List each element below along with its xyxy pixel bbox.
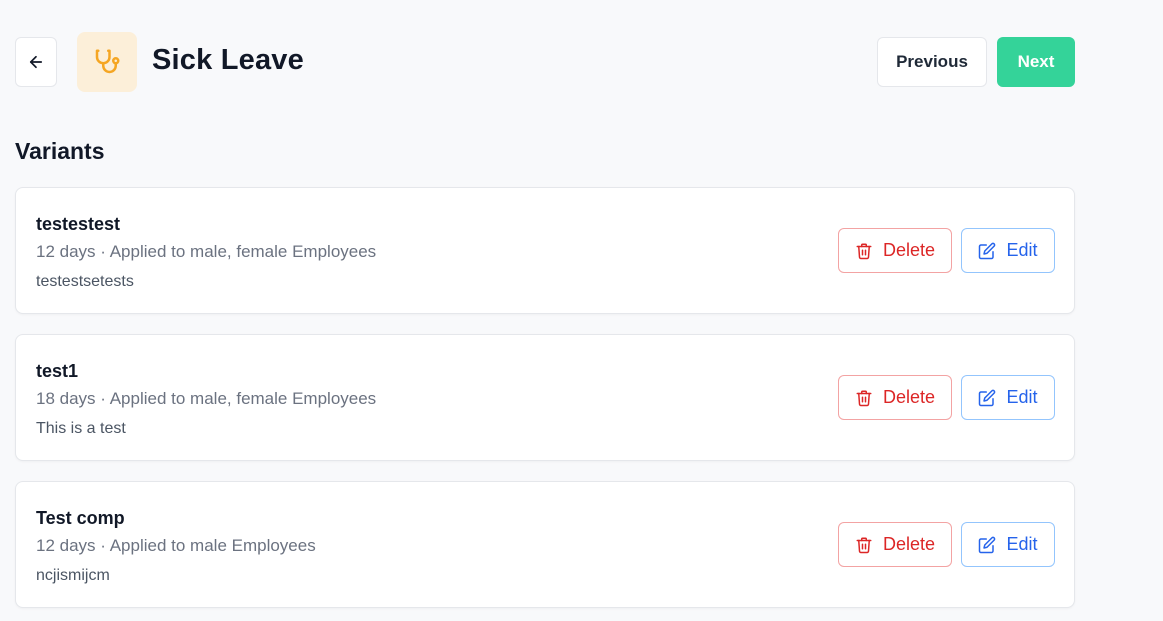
edit-button[interactable]: Edit	[961, 522, 1055, 567]
stethoscope-icon	[92, 47, 122, 77]
variant-card: testestest 12 days · Applied to male, fe…	[15, 187, 1075, 314]
leave-type-page: Sick Leave Previous Next Variants testes…	[0, 0, 1163, 621]
edit-label: Edit	[1006, 240, 1038, 260]
variant-description: testestsetests	[36, 273, 134, 290]
trash-icon	[855, 389, 873, 407]
edit-icon	[978, 536, 996, 554]
delete-label: Delete	[882, 534, 936, 554]
variant-list: testestest 12 days · Applied to male, fe…	[15, 187, 1075, 621]
back-button[interactable]	[15, 37, 57, 87]
variant-card: test1 18 days · Applied to male, female …	[15, 334, 1075, 461]
variant-meta: 12 days · Applied to male Employees	[36, 536, 316, 555]
edit-button[interactable]: Edit	[961, 375, 1055, 420]
variant-description: ncjismijcm	[36, 567, 110, 584]
variant-name: test1	[36, 361, 79, 381]
variant-card: Test comp 12 days · Applied to male Empl…	[15, 481, 1075, 608]
edit-label: Edit	[1006, 387, 1038, 407]
variant-description: This is a test	[36, 420, 126, 437]
edit-icon	[978, 242, 996, 260]
next-button[interactable]: Next	[997, 37, 1075, 87]
delete-label: Delete	[882, 240, 936, 260]
delete-button[interactable]: Delete	[838, 228, 952, 273]
delete-label: Delete	[882, 387, 936, 407]
edit-button[interactable]: Edit	[961, 228, 1055, 273]
previous-button[interactable]: Previous	[877, 37, 987, 87]
trash-icon	[855, 536, 873, 554]
arrow-left-icon	[27, 53, 45, 71]
variant-meta: 18 days · Applied to male, female Employ…	[36, 389, 377, 408]
trash-icon	[855, 242, 873, 260]
page-title: Sick Leave	[152, 44, 304, 76]
delete-button[interactable]: Delete	[838, 375, 952, 420]
variant-name: Test comp	[36, 508, 125, 528]
variant-meta: 12 days · Applied to male, female Employ…	[36, 242, 377, 261]
edit-icon	[978, 389, 996, 407]
edit-label: Edit	[1006, 534, 1038, 554]
variant-name: testestest	[36, 214, 121, 234]
delete-button[interactable]: Delete	[838, 522, 952, 567]
leave-type-icon-box	[77, 32, 137, 92]
variants-heading: Variants	[15, 138, 105, 164]
